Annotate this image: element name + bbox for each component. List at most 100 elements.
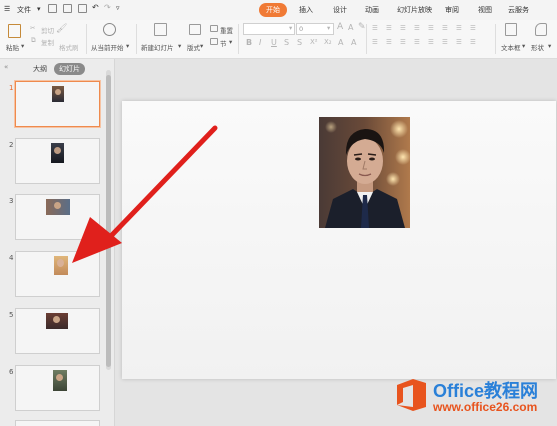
slide-thumbnail-1[interactable]	[15, 81, 100, 127]
paste-icon[interactable]	[8, 24, 21, 38]
paste-dropdown-icon[interactable]: ▾	[21, 42, 24, 50]
slide-number: 5	[9, 311, 14, 319]
bullets-icon[interactable]: ☰	[372, 24, 378, 32]
portrait-image	[53, 370, 67, 391]
layout-button[interactable]: 版式	[187, 42, 200, 52]
columns-icon[interactable]: ☰	[456, 24, 462, 32]
subscript-icon[interactable]: X₂	[324, 38, 332, 46]
paragraph-settings-icon[interactable]: ☰	[442, 38, 448, 46]
tab-review[interactable]: 审阅	[442, 4, 462, 16]
slide-number: 1	[9, 84, 14, 92]
slide-thumbnail-7[interactable]	[15, 420, 100, 426]
slide-number: 4	[9, 254, 14, 262]
tab-outline[interactable]: 大纲	[33, 64, 47, 74]
cut-button[interactable]: 剪切	[41, 25, 54, 35]
tab-cloud[interactable]: 云服务	[505, 4, 532, 16]
section-button[interactable]: 节	[220, 38, 227, 48]
layout-dropdown-icon[interactable]: ▾	[200, 42, 203, 50]
layout-icon[interactable]	[189, 24, 201, 35]
new-slide-dropdown-icon[interactable]: ▾	[178, 42, 181, 50]
section-icon[interactable]	[210, 38, 218, 45]
text-box-icon[interactable]	[505, 23, 517, 36]
shape-button[interactable]: 形状	[531, 42, 544, 52]
print-icon[interactable]	[63, 4, 72, 13]
line-spacing-icon[interactable]: ☰	[428, 24, 434, 32]
shape-icon[interactable]	[535, 23, 547, 36]
grow-font-icon[interactable]: A	[337, 22, 343, 32]
slide-number: 3	[9, 197, 14, 205]
strikethrough-icon[interactable]: S	[297, 38, 302, 47]
new-slide-button[interactable]: 新建幻灯片	[141, 42, 174, 52]
portrait-photo[interactable]	[319, 117, 411, 228]
save-icon[interactable]	[48, 4, 57, 13]
menu-bar: ☰ 文件 ▾ ↶ ↷ ▿ 开始 插入 设计 动画 幻灯片放映 审阅 视图 云服务	[0, 0, 557, 20]
tab-view[interactable]: 视图	[475, 4, 495, 16]
copy-icon[interactable]: ⧉	[31, 36, 36, 45]
font-color-icon[interactable]: A	[351, 38, 356, 47]
text-box-dropdown-icon[interactable]: ▾	[522, 42, 525, 50]
numbering-icon[interactable]: ☰	[386, 24, 392, 32]
cut-icon[interactable]: ✂	[30, 24, 35, 32]
shrink-font-icon[interactable]: A	[348, 23, 353, 32]
align-text-icon[interactable]: ☰	[470, 24, 476, 32]
distributed-icon[interactable]: ☰	[428, 38, 434, 46]
bold-icon[interactable]: B	[246, 38, 252, 47]
clear-format-icon[interactable]: ✎	[358, 22, 366, 32]
justify-icon[interactable]: ☰	[414, 38, 420, 46]
redo-icon[interactable]: ↷	[104, 3, 111, 12]
align-right-icon[interactable]: ☰	[400, 38, 406, 46]
font-name-dropdown-icon[interactable]: ▾	[289, 24, 292, 32]
new-slide-icon[interactable]	[154, 23, 167, 36]
superscript-icon[interactable]: X²	[310, 38, 318, 46]
watermark-url: www.office26.com	[433, 400, 538, 414]
reset-icon[interactable]	[210, 25, 218, 32]
tab-slides[interactable]: 幻灯片	[54, 63, 85, 75]
tab-slideshow[interactable]: 幻灯片放映	[394, 4, 435, 16]
slide-number: 6	[9, 368, 14, 376]
hamburger-icon[interactable]: ☰	[4, 5, 10, 13]
quick-access-dropdown-icon[interactable]: ▿	[116, 4, 120, 12]
convert-icon[interactable]: ☰	[470, 38, 476, 46]
file-menu[interactable]: 文件	[17, 5, 31, 15]
italic-icon[interactable]: I	[259, 38, 261, 47]
office-logo-icon	[397, 379, 426, 411]
slide-number: 2	[9, 141, 14, 149]
undo-icon[interactable]: ↶	[92, 3, 99, 12]
align-left-icon[interactable]: ☰	[372, 38, 378, 46]
file-menu-dropdown-icon[interactable]: ▾	[37, 5, 41, 13]
text-box-button[interactable]: 文本框	[501, 42, 521, 52]
section-dropdown-icon[interactable]: ▾	[229, 38, 232, 46]
underline-icon[interactable]: U	[271, 38, 277, 47]
copy-button[interactable]: 复制	[41, 37, 54, 47]
play-from-current-button[interactable]: 从当前开始	[91, 42, 124, 52]
reset-button[interactable]: 重置	[220, 25, 233, 35]
smartart-icon[interactable]: ☰	[456, 38, 462, 46]
play-from-current-dropdown-icon[interactable]: ▾	[126, 42, 129, 50]
font-name-select[interactable]	[243, 23, 295, 35]
font-size-dropdown-icon[interactable]: ▾	[327, 24, 330, 32]
portrait-image	[46, 313, 68, 329]
print-preview-icon[interactable]	[78, 4, 87, 13]
text-direction-icon[interactable]: ☰	[442, 24, 448, 32]
slide-thumbnail-5[interactable]	[15, 308, 100, 354]
slide-thumbnail-6[interactable]	[15, 365, 100, 411]
tab-animation[interactable]: 动画	[362, 4, 382, 16]
decrease-indent-icon[interactable]: ☰	[400, 24, 406, 32]
increase-indent-icon[interactable]: ☰	[414, 24, 420, 32]
annotation-arrow	[72, 125, 218, 263]
shape-dropdown-icon[interactable]: ▾	[548, 42, 551, 50]
paste-button[interactable]: 粘贴	[6, 42, 19, 52]
tab-design[interactable]: 设计	[330, 4, 350, 16]
align-center-icon[interactable]: ☰	[386, 38, 392, 46]
play-from-current-icon[interactable]	[103, 23, 116, 36]
ribbon-toolbar: 粘贴 ▾ ✂ 剪切 ⧉ 复制 🖌 格式刷 从当前开始 ▾ 新建幻灯片 ▾ 版式 …	[0, 20, 557, 59]
format-painter-icon[interactable]: 🖌	[56, 24, 67, 34]
tab-insert[interactable]: 插入	[296, 4, 316, 16]
format-painter-button[interactable]: 格式刷	[59, 42, 79, 52]
char-spacing-icon[interactable]: A	[338, 38, 343, 47]
font-size-value: 0	[299, 25, 304, 33]
shadow-icon[interactable]: S	[284, 38, 289, 47]
tab-home[interactable]: 开始	[259, 3, 287, 17]
portrait-image	[52, 86, 64, 102]
collapse-panel-icon[interactable]: «	[4, 63, 8, 71]
